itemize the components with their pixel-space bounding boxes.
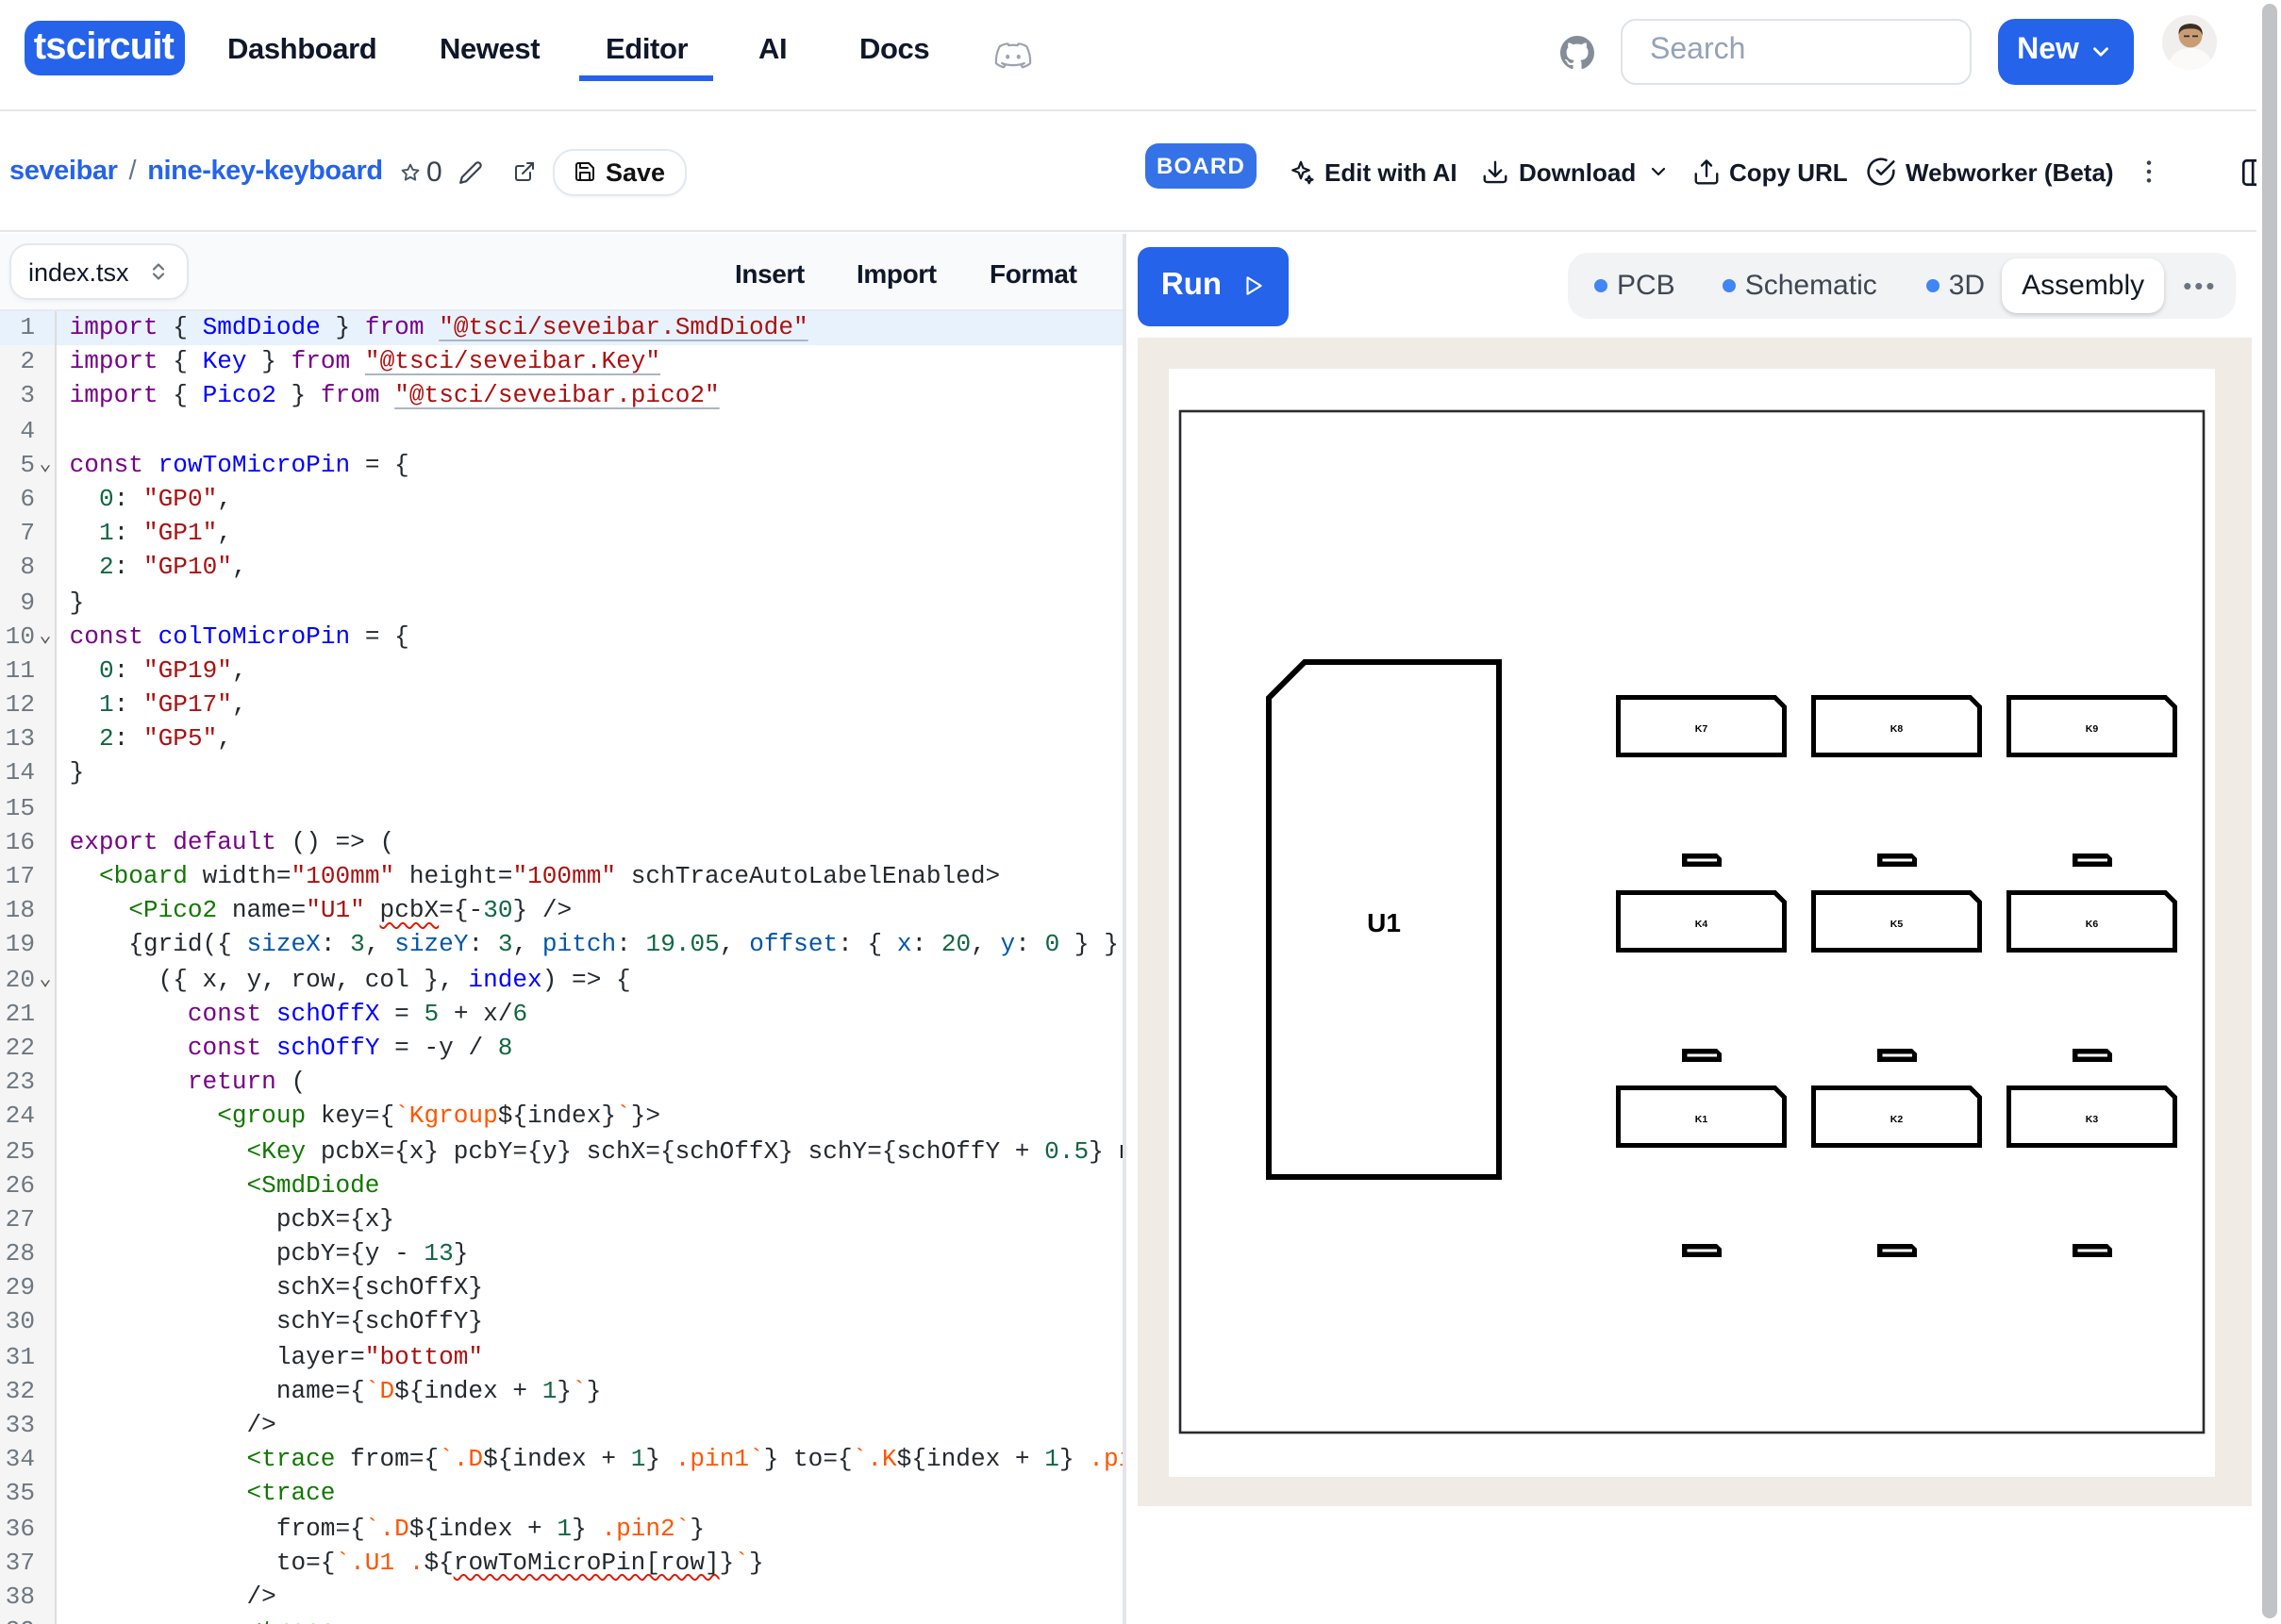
svg-text:K8: K8 [1890,723,1904,735]
svg-text:K1: K1 [1695,1114,1708,1125]
svg-text:U1: U1 [1367,908,1401,937]
svg-text:K9: K9 [2086,723,2099,735]
svg-text:K6: K6 [2086,919,2099,930]
svg-text:K3: K3 [2086,1114,2099,1125]
svg-text:K2: K2 [1890,1114,1904,1125]
svg-text:K4: K4 [1695,919,1708,930]
svg-text:K7: K7 [1695,723,1708,735]
svg-text:K5: K5 [1890,919,1904,930]
